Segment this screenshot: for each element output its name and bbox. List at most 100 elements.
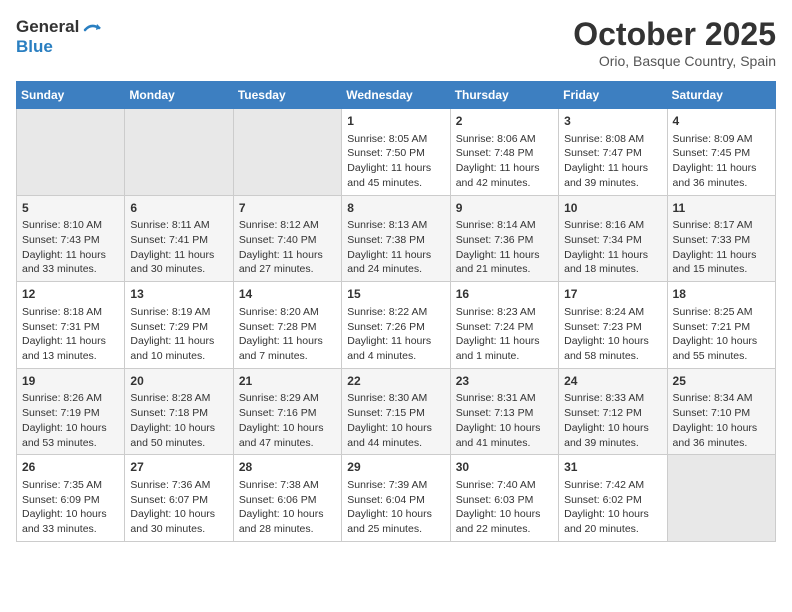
- location-subtitle: Orio, Basque Country, Spain: [573, 53, 776, 69]
- table-row: 22Sunrise: 8:30 AMSunset: 7:15 PMDayligh…: [342, 368, 450, 455]
- calendar-table: Sunday Monday Tuesday Wednesday Thursday…: [16, 81, 776, 542]
- logo-bird-icon: [81, 16, 103, 38]
- day-info: Sunrise: 8:13 AMSunset: 7:38 PMDaylight:…: [347, 218, 444, 277]
- title-area: October 2025 Orio, Basque Country, Spain: [573, 16, 776, 69]
- day-info: Sunrise: 8:31 AMSunset: 7:13 PMDaylight:…: [456, 391, 553, 450]
- day-number: 4: [673, 113, 770, 130]
- week-row-3: 12Sunrise: 8:18 AMSunset: 7:31 PMDayligh…: [17, 282, 776, 369]
- day-number: 2: [456, 113, 553, 130]
- day-info: Sunrise: 8:24 AMSunset: 7:23 PMDaylight:…: [564, 305, 661, 364]
- table-row: [125, 109, 233, 196]
- table-row: 12Sunrise: 8:18 AMSunset: 7:31 PMDayligh…: [17, 282, 125, 369]
- table-row: 28 Sunrise: 7:38 AMSunset: 6:06 PMDayligh…: [233, 455, 341, 542]
- day-number: 10: [564, 200, 661, 217]
- day-number: 15: [347, 286, 444, 303]
- logo: General Blue: [16, 16, 103, 57]
- table-row: 9Sunrise: 8:14 AMSunset: 7:36 PMDaylight…: [450, 195, 558, 282]
- day-info: Sunrise: 8:12 AMSunset: 7:40 PMDaylight:…: [239, 218, 336, 277]
- day-number: 12: [22, 286, 119, 303]
- day-number: 11: [673, 200, 770, 217]
- day-info: Sunrise: 8:16 AMSunset: 7:34 PMDaylight:…: [564, 218, 661, 277]
- header-saturday: Saturday: [667, 82, 775, 109]
- day-number: 23: [456, 373, 553, 390]
- week-row-4: 19Sunrise: 8:26 AMSunset: 7:19 PMDayligh…: [17, 368, 776, 455]
- table-row: 18Sunrise: 8:25 AMSunset: 7:21 PMDayligh…: [667, 282, 775, 369]
- table-row: [233, 109, 341, 196]
- header-sunday: Sunday: [17, 82, 125, 109]
- table-row: 17 Sunrise: 8:24 AMSunset: 7:23 PMDayligh…: [559, 282, 667, 369]
- day-number: 25: [673, 373, 770, 390]
- day-number: 28: [239, 459, 336, 476]
- day-number: 3: [564, 113, 661, 130]
- day-number: 14: [239, 286, 336, 303]
- table-row: 26 Sunrise: 7:35 AMSunset: 6:09 PMDayligh…: [17, 455, 125, 542]
- day-number: 16: [456, 286, 553, 303]
- table-row: 8Sunrise: 8:13 AMSunset: 7:38 PMDaylight…: [342, 195, 450, 282]
- day-info: Sunrise: 8:33 AMSunset: 7:12 PMDaylight:…: [564, 391, 661, 450]
- day-number: 8: [347, 200, 444, 217]
- table-row: 16 Sunrise: 8:23 AMSunset: 7:24 PMDayligh…: [450, 282, 558, 369]
- table-row: 10Sunrise: 8:16 AMSunset: 7:34 PMDayligh…: [559, 195, 667, 282]
- logo-blue-text: Blue: [16, 38, 103, 57]
- table-row: 4 Sunrise: 8:09 AMSunset: 7:45 PMDaylight…: [667, 109, 775, 196]
- day-number: 30: [456, 459, 553, 476]
- day-info: Sunrise: 7:39 AMSunset: 6:04 PMDaylight:…: [347, 478, 444, 537]
- day-number: 22: [347, 373, 444, 390]
- day-number: 13: [130, 286, 227, 303]
- table-row: 5Sunrise: 8:10 AMSunset: 7:43 PMDaylight…: [17, 195, 125, 282]
- week-row-1: 1Sunrise: 8:05 AMSunset: 7:50 PMDaylight…: [17, 109, 776, 196]
- day-info: Sunrise: 8:29 AMSunset: 7:16 PMDaylight:…: [239, 391, 336, 450]
- calendar-header-row: Sunday Monday Tuesday Wednesday Thursday…: [17, 82, 776, 109]
- header-tuesday: Tuesday: [233, 82, 341, 109]
- table-row: 6Sunrise: 8:11 AMSunset: 7:41 PMDaylight…: [125, 195, 233, 282]
- table-row: 24Sunrise: 8:33 AMSunset: 7:12 PMDayligh…: [559, 368, 667, 455]
- table-row: 27Sunrise: 7:36 AMSunset: 6:07 PMDayligh…: [125, 455, 233, 542]
- day-info: Sunrise: 8:08 AMSunset: 7:47 PMDaylight:…: [564, 132, 661, 191]
- day-number: 19: [22, 373, 119, 390]
- day-info: Sunrise: 8:20 AMSunset: 7:28 PMDaylight:…: [239, 305, 336, 364]
- day-info: Sunrise: 8:17 AMSunset: 7:33 PMDaylight:…: [673, 218, 770, 277]
- day-number: 9: [456, 200, 553, 217]
- day-info: Sunrise: 8:26 AMSunset: 7:19 PMDaylight:…: [22, 391, 119, 450]
- day-number: 7: [239, 200, 336, 217]
- day-info: Sunrise: 7:35 AMSunset: 6:09 PMDaylight:…: [22, 478, 119, 537]
- table-row: 14 Sunrise: 8:20 AMSunset: 7:28 PMDayligh…: [233, 282, 341, 369]
- day-info: Sunrise: 8:30 AMSunset: 7:15 PMDaylight:…: [347, 391, 444, 450]
- table-row: 7Sunrise: 8:12 AMSunset: 7:40 PMDaylight…: [233, 195, 341, 282]
- table-row: 11Sunrise: 8:17 AMSunset: 7:33 PMDayligh…: [667, 195, 775, 282]
- day-info: Sunrise: 8:23 AMSunset: 7:24 PMDaylight:…: [456, 305, 553, 364]
- table-row: 15Sunrise: 8:22 AMSunset: 7:26 PMDayligh…: [342, 282, 450, 369]
- day-info: Sunrise: 8:09 AMSunset: 7:45 PMDaylight:…: [673, 132, 770, 191]
- week-row-5: 26 Sunrise: 7:35 AMSunset: 6:09 PMDayligh…: [17, 455, 776, 542]
- day-number: 31: [564, 459, 661, 476]
- day-info: Sunrise: 7:40 AMSunset: 6:03 PMDaylight:…: [456, 478, 553, 537]
- day-info: Sunrise: 7:36 AMSunset: 6:07 PMDaylight:…: [130, 478, 227, 537]
- table-row: [17, 109, 125, 196]
- day-number: 26: [22, 459, 119, 476]
- day-info: Sunrise: 8:10 AMSunset: 7:43 PMDaylight:…: [22, 218, 119, 277]
- day-number: 6: [130, 200, 227, 217]
- day-number: 29: [347, 459, 444, 476]
- table-row: 29 Sunrise: 7:39 AMSunset: 6:04 PMDayligh…: [342, 455, 450, 542]
- day-number: 17: [564, 286, 661, 303]
- day-info: Sunrise: 8:06 AMSunset: 7:48 PMDaylight:…: [456, 132, 553, 191]
- day-info: Sunrise: 8:25 AMSunset: 7:21 PMDaylight:…: [673, 305, 770, 364]
- table-row: 19Sunrise: 8:26 AMSunset: 7:19 PMDayligh…: [17, 368, 125, 455]
- day-number: 5: [22, 200, 119, 217]
- day-info: Sunrise: 8:14 AMSunset: 7:36 PMDaylight:…: [456, 218, 553, 277]
- table-row: 31Sunrise: 7:42 AMSunset: 6:02 PMDayligh…: [559, 455, 667, 542]
- day-info: Sunrise: 8:05 AMSunset: 7:50 PMDaylight:…: [347, 132, 444, 191]
- header-monday: Monday: [125, 82, 233, 109]
- day-number: 20: [130, 373, 227, 390]
- table-row: 25Sunrise: 8:34 AMSunset: 7:10 PMDayligh…: [667, 368, 775, 455]
- table-row: 21Sunrise: 8:29 AMSunset: 7:16 PMDayligh…: [233, 368, 341, 455]
- page-header: General Blue October 2025 Orio, Basque C…: [16, 16, 776, 69]
- day-info: Sunrise: 8:19 AMSunset: 7:29 PMDaylight:…: [130, 305, 227, 364]
- month-title: October 2025: [573, 16, 776, 53]
- day-info: Sunrise: 7:38 AMSunset: 6:06 PMDaylight:…: [239, 478, 336, 537]
- header-friday: Friday: [559, 82, 667, 109]
- table-row: 3 Sunrise: 8:08 AMSunset: 7:47 PMDaylight…: [559, 109, 667, 196]
- week-row-2: 5Sunrise: 8:10 AMSunset: 7:43 PMDaylight…: [17, 195, 776, 282]
- logo-general-text: General: [16, 18, 79, 37]
- header-thursday: Thursday: [450, 82, 558, 109]
